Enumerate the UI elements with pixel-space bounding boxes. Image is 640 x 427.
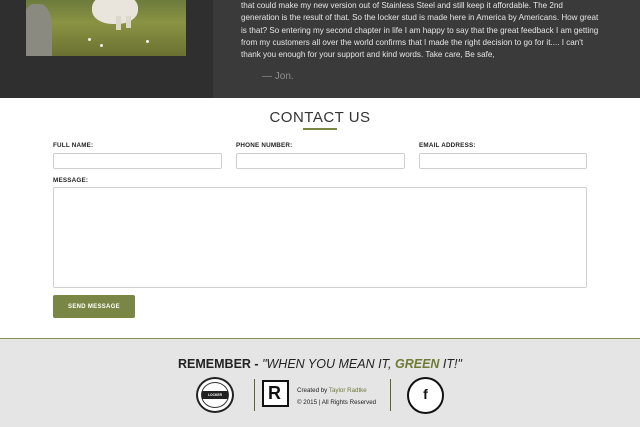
footer-credit: Created by Taylor Radtke © 2015 | All Ri… [297,385,376,409]
testimonial-line: that could make my new version out of St… [241,1,563,10]
phone-label: PHONE NUMBER: [236,142,293,149]
r-logo[interactable]: R [262,380,289,407]
testimonial-line: thank you enough for your support and ki… [241,50,495,60]
dog-leg [116,16,121,30]
footer: REMEMBER - "WHEN YOU MEAN IT, GREEN IT!"… [0,338,640,427]
credit-line: Created by Taylor Radtke [297,385,376,397]
full-name-input[interactable] [53,153,222,169]
message-textarea[interactable] [53,187,587,288]
facebook-icon[interactable]: f [407,377,444,414]
email-label: EMAIL ADDRESS: [419,142,476,149]
title-underline [303,128,337,130]
remember-tagline: REMEMBER - "WHEN YOU MEAN IT, GREEN IT!" [0,357,640,371]
full-name-label: FULL NAME: [53,142,94,149]
remember-green-word: GREEN [395,357,440,371]
testimonial-text: that could make my new version out of St… [241,0,611,61]
footer-divider [390,379,391,411]
copyright-text: © 2015 | All Rights Reserved [297,399,377,406]
facebook-glyph: f [423,386,428,402]
footer-divider [254,379,255,411]
testimonial-band: that could make my new version out of St… [0,0,640,98]
remember-quote-open: "WHEN YOU MEAN IT, [262,357,395,371]
send-message-button[interactable]: SEND MESSAGE [53,295,135,318]
testimonial-line: is that? So entering my second chapter i… [241,25,599,35]
dog-photo [26,0,186,56]
flower [146,40,149,43]
dog-shape [92,0,138,24]
remember-lead: REMEMBER - [178,357,263,371]
dog-leg [126,16,131,28]
flower [100,44,103,47]
gravestone-shape [26,4,52,56]
email-input[interactable] [419,153,587,169]
contact-title: CONTACT US [269,109,371,126]
phone-input[interactable] [236,153,405,169]
badge-text: LOCKER [202,391,228,399]
testimonial-photo-panel [0,0,213,98]
testimonial-line: generation is the result of that. So the… [241,13,599,23]
flower [88,38,91,41]
credit-name-link[interactable]: Taylor Radtke [329,387,367,394]
r-logo-letter: R [268,383,281,403]
credit-prefix: Created by [297,387,329,394]
remember-quote-close: IT!" [439,357,462,371]
locker-badge-logo[interactable]: LOCKER [196,377,234,413]
testimonial-author: — Jon. [262,71,294,82]
message-label: MESSAGE: [53,177,89,184]
testimonial-line: from my customers all over the world con… [241,37,584,47]
